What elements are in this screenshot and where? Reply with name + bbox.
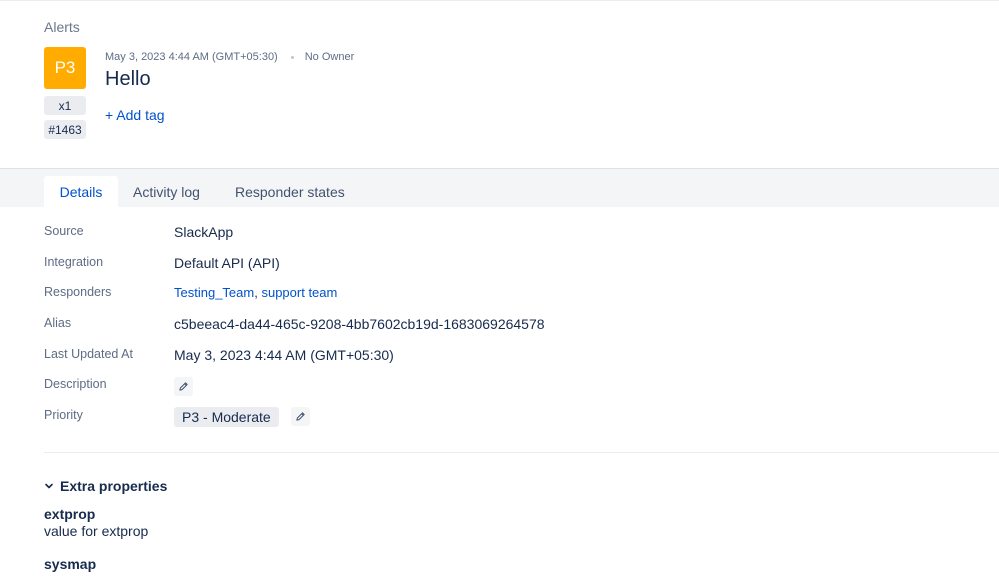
meta-separator-dot: [290, 55, 294, 59]
breadcrumb[interactable]: Alerts: [44, 19, 80, 35]
integration-value: Default API (API): [174, 255, 280, 271]
responder-link[interactable]: Testing_Team: [174, 285, 254, 300]
alert-owner[interactable]: No Owner: [305, 51, 355, 63]
pencil-icon: [179, 382, 188, 391]
edit-description-button[interactable]: [174, 377, 193, 396]
alert-title: Hello: [105, 68, 151, 90]
extra-properties-title: Extra properties: [60, 478, 168, 494]
tab-details[interactable]: Details: [44, 176, 118, 208]
count-badge: x1: [44, 96, 86, 115]
integration-label: Integration: [44, 255, 104, 269]
description-label: Description: [44, 377, 107, 391]
last-updated-label: Last Updated At: [44, 347, 133, 361]
last-updated-value: May 3, 2023 4:44 AM (GMT+05:30): [174, 347, 394, 363]
responder-link[interactable]: support team: [261, 285, 337, 300]
responders-label: Responders: [44, 285, 112, 299]
alias-label: Alias: [44, 316, 72, 330]
extra-property-value: value for extprop: [44, 523, 149, 539]
edit-priority-button[interactable]: [291, 407, 310, 426]
responder-separator: ,: [254, 285, 258, 300]
source-value: SlackApp: [174, 224, 234, 240]
tab-activity-log[interactable]: Activity log: [133, 176, 200, 208]
tab-responder-states[interactable]: Responder states: [235, 176, 345, 208]
pencil-icon: [296, 412, 305, 421]
extra-property-key: sysmap: [44, 556, 97, 572]
top-divider: [0, 0, 999, 1]
tab-bar: Details Activity log Responder states: [0, 168, 999, 208]
section-divider: [44, 452, 999, 453]
source-label: Source: [44, 224, 84, 238]
responders-value: Testing_Team, support team: [174, 285, 337, 300]
alert-timestamp: May 3, 2023 4:44 AM (GMT+05:30): [105, 51, 278, 63]
alert-id-badge: #1463: [44, 120, 86, 139]
alert-meta: May 3, 2023 4:44 AM (GMT+05:30) No Owner: [105, 51, 354, 63]
priority-label: Priority: [44, 408, 83, 422]
alias-value: c5beeac4-da44-465c-9208-4bb7602cb19d-168…: [174, 316, 545, 332]
extra-properties-toggle[interactable]: Extra properties: [44, 478, 167, 494]
add-tag-button[interactable]: + Add tag: [105, 107, 165, 123]
chevron-down-icon: [45, 483, 53, 489]
priority-badge: P3: [44, 47, 86, 89]
priority-value: P3 - Moderate: [174, 407, 279, 427]
extra-property-key: extprop: [44, 506, 96, 522]
